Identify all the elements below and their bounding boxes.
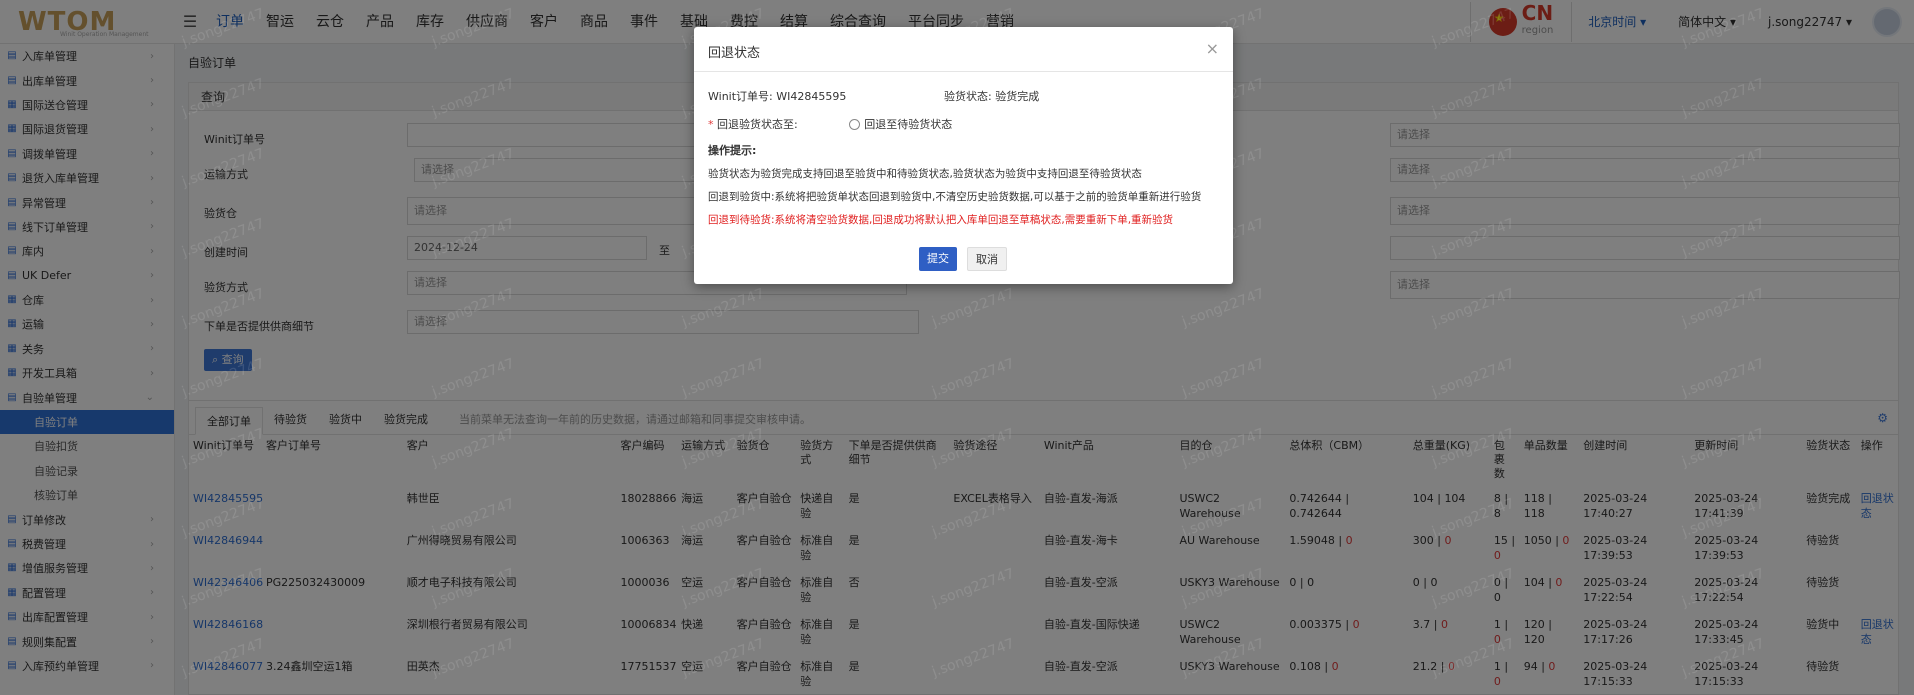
watermark-text: j.song22747 — [679, 355, 767, 401]
close-icon[interactable]: × — [1206, 39, 1219, 58]
watermark-text: j.song22747 — [179, 635, 267, 681]
watermark-text: j.song22747 — [1679, 285, 1767, 331]
order-no-label: Winit订单号: — [708, 90, 773, 103]
watermark-text: j.song22747 — [929, 495, 1017, 541]
watermark-text: j.song22747 — [429, 425, 517, 471]
watermark-text: j.song22747 — [1679, 5, 1767, 51]
watermark-text: j.song22747 — [1679, 635, 1767, 681]
watermark-text: j.song22747 — [1179, 495, 1267, 541]
inspect-status-value: 验货完成 — [995, 90, 1040, 103]
inspect-status-label: 验货状态: — [944, 90, 992, 103]
watermark-text: j.song22747 — [1429, 425, 1517, 471]
rollback-status-modal: 回退状态 × Winit订单号: WI42845595 验货状态: 验货完成 *… — [694, 27, 1233, 284]
watermark-text: j.song22747 — [429, 495, 517, 541]
modal-title: 回退状态 — [708, 46, 761, 61]
watermark-text: j.song22747 — [1679, 215, 1767, 261]
watermark-text: j.song22747 — [179, 355, 267, 401]
watermark-text: j.song22747 — [929, 425, 1017, 471]
watermark-text: j.song22747 — [429, 215, 517, 261]
watermark-text: j.song22747 — [929, 635, 1017, 681]
watermark-text: j.song22747 — [429, 5, 517, 51]
watermark-text: j.song22747 — [179, 5, 267, 51]
watermark-text: j.song22747 — [429, 75, 517, 121]
watermark-text: j.song22747 — [679, 635, 767, 681]
watermark-text: j.song22747 — [1679, 495, 1767, 541]
tip-line-1: 验货状态为验货完成支持回退至验货中和待验货状态,验货状态为验货中支持回退至待验货… — [708, 168, 1142, 180]
watermark-text: j.song22747 — [179, 495, 267, 541]
watermark-text: j.song22747 — [429, 285, 517, 331]
watermark-text: j.song22747 — [1429, 355, 1517, 401]
tip-line-2: 回退到验货中:系统将把验货单状态回退到验货中,不清空历史验货数据,可以基于之前的… — [708, 191, 1202, 203]
watermark-text: j.song22747 — [1429, 145, 1517, 191]
watermark-text: j.song22747 — [1179, 425, 1267, 471]
tip-line-3-warning: 回退到待验货:系统将清空验货数据,回退成功将默认把入库单回退至草稿状态,需要重新… — [708, 214, 1174, 226]
rollback-radio[interactable] — [849, 119, 861, 130]
rollback-label: 回退验货状态至: — [717, 118, 798, 131]
watermark-text: j.song22747 — [1679, 75, 1767, 121]
cancel-button[interactable]: 取消 — [967, 247, 1007, 271]
watermark-text: j.song22747 — [1429, 215, 1517, 261]
watermark-text: j.song22747 — [1179, 565, 1267, 611]
required-mark: * — [708, 118, 714, 131]
watermark-text: j.song22747 — [179, 285, 267, 331]
watermark-text: j.song22747 — [1179, 285, 1267, 331]
watermark-text: j.song22747 — [1179, 635, 1267, 681]
watermark-text: j.song22747 — [179, 565, 267, 611]
watermark-text: j.song22747 — [1429, 495, 1517, 541]
watermark-text: j.song22747 — [1679, 145, 1767, 191]
watermark-text: j.song22747 — [429, 635, 517, 681]
watermark-text: j.song22747 — [679, 495, 767, 541]
watermark-text: j.song22747 — [1679, 565, 1767, 611]
order-no-value: WI42845595 — [776, 90, 847, 103]
watermark-text: j.song22747 — [929, 285, 1017, 331]
watermark-text: j.song22747 — [179, 425, 267, 471]
tip-title: 操作提示: — [708, 144, 757, 157]
watermark-text: j.song22747 — [1679, 425, 1767, 471]
rollback-radio-label[interactable]: 回退至待验货状态 — [864, 118, 952, 131]
watermark-text: j.song22747 — [179, 145, 267, 191]
watermark-text: j.song22747 — [1429, 635, 1517, 681]
watermark-text: j.song22747 — [679, 285, 767, 331]
watermark-text: j.song22747 — [429, 355, 517, 401]
submit-button[interactable]: 提交 — [919, 247, 957, 271]
watermark-text: j.song22747 — [1679, 355, 1767, 401]
watermark-text: j.song22747 — [1429, 565, 1517, 611]
watermark-text: j.song22747 — [179, 215, 267, 261]
watermark-text: j.song22747 — [1429, 285, 1517, 331]
watermark-text: j.song22747 — [179, 75, 267, 121]
watermark-text: j.song22747 — [679, 425, 767, 471]
watermark-text: j.song22747 — [929, 565, 1017, 611]
watermark-text: j.song22747 — [429, 565, 517, 611]
watermark-text: j.song22747 — [429, 145, 517, 191]
watermark-text: j.song22747 — [1179, 355, 1267, 401]
watermark-text: j.song22747 — [1429, 5, 1517, 51]
watermark-text: j.song22747 — [679, 565, 767, 611]
watermark-text: j.song22747 — [929, 355, 1017, 401]
watermark-text: j.song22747 — [1429, 75, 1517, 121]
